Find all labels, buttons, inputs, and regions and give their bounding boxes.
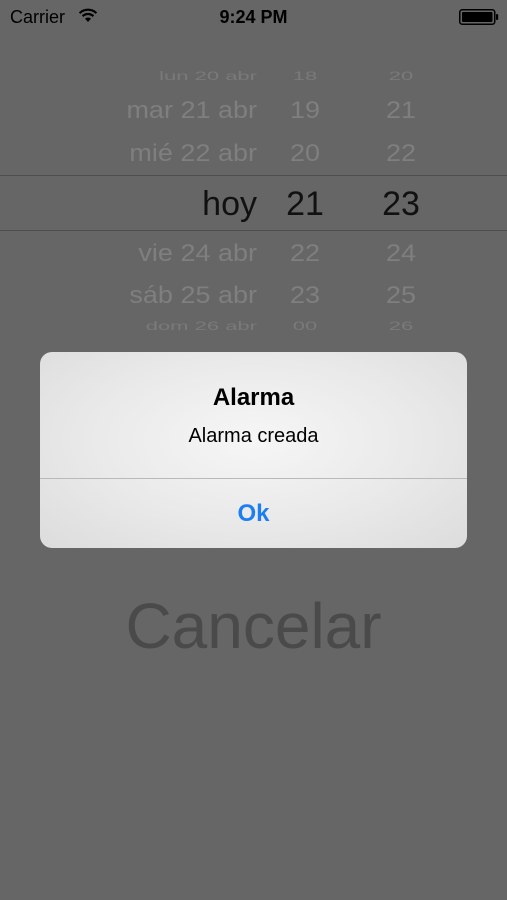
picker-hour: 23 (289, 281, 321, 309)
picker-row[interactable]: mié 22 abr 20 22 (0, 134, 507, 173)
picker-day: dom 26 abr (145, 318, 257, 333)
picker-day: lun 20 abr (159, 68, 257, 83)
alert-message: Alarma creada (188, 425, 319, 447)
picker-minute: 22 (385, 139, 417, 167)
ok-button[interactable]: Ok (40, 479, 467, 548)
picker-day: vie 24 abr (138, 239, 257, 267)
picker-row[interactable]: dom 26 abr 00 26 (0, 314, 507, 338)
alert-title: Alarma (212, 384, 295, 411)
picker-minute: 21 (385, 96, 417, 124)
selection-top-line (0, 175, 507, 176)
picker-row[interactable]: mar 21 abr 19 21 (0, 91, 507, 130)
alert-dialog: Alarma Alarma creada Ok (40, 352, 467, 548)
picker-minute: 24 (385, 239, 417, 267)
picker-day: sáb 25 abr (129, 281, 257, 309)
picker-hour: 20 (289, 139, 321, 167)
picker-hour: 22 (289, 239, 321, 267)
picker-day: mar 21 abr (126, 96, 257, 124)
cancel-button[interactable]: Cancelar (0, 586, 507, 666)
battery-icon (459, 9, 499, 25)
date-picker[interactable]: lun 20 abr 18 20 mar 21 abr 19 21 mié 22… (0, 56, 507, 346)
picker-row[interactable]: vie 24 abr 22 24 (0, 234, 507, 273)
picker-minute: 26 (388, 318, 414, 333)
picker-minute: 20 (388, 68, 414, 83)
picker-day: hoy (202, 185, 257, 223)
selection-bottom-line (0, 230, 507, 231)
status-bar: Carrier 9:24 PM (0, 0, 507, 34)
picker-row-selected[interactable]: hoy 21 23 (0, 182, 507, 226)
picker-day: mié 22 abr (129, 139, 257, 167)
picker-hour: 21 (286, 185, 324, 223)
picker-hour: 19 (289, 96, 321, 124)
picker-hour: 18 (292, 68, 318, 83)
picker-minute: 23 (382, 185, 420, 223)
picker-row[interactable]: lun 20 abr 18 20 (0, 64, 507, 88)
clock-time: 9:24 PM (219, 7, 288, 27)
picker-row[interactable]: sáb 25 abr 23 25 (0, 276, 507, 315)
picker-minute: 25 (385, 281, 417, 309)
picker-hour: 00 (292, 318, 318, 333)
